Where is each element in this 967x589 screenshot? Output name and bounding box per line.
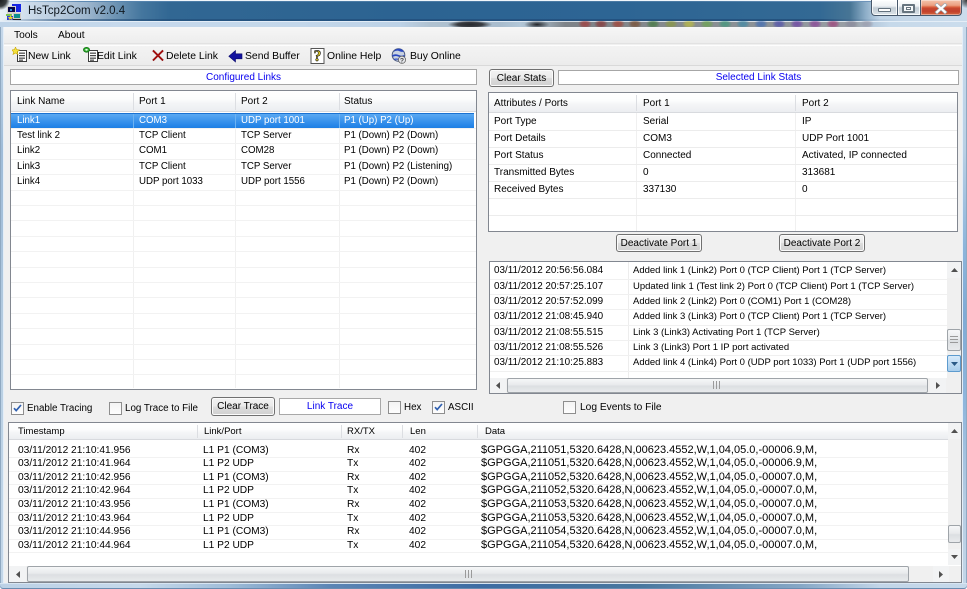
svg-text:?: ?: [314, 48, 322, 64]
svg-text:?: ?: [400, 57, 404, 64]
